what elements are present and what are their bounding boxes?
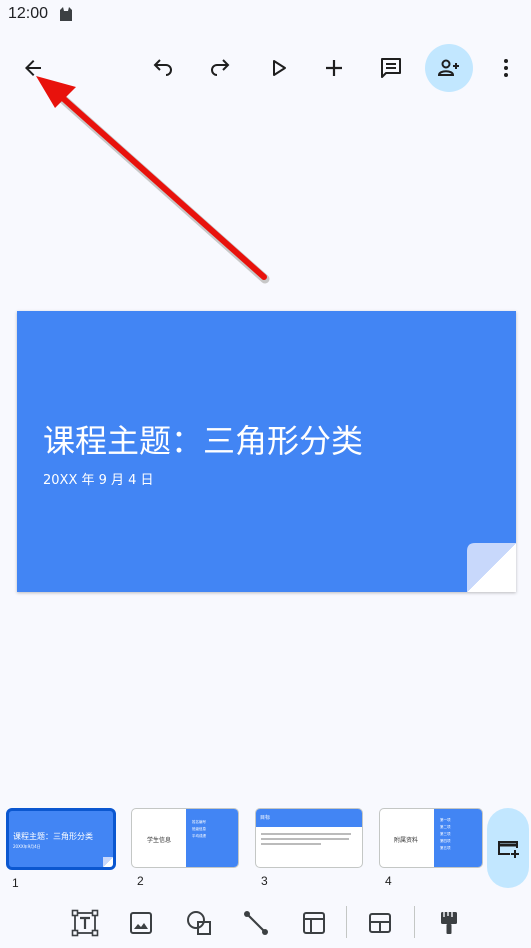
paint-format-icon	[441, 912, 457, 934]
thumb-bullet-panel: 姓名编号 班级信息 平均成绩	[186, 809, 238, 867]
redo-button[interactable]	[196, 44, 244, 92]
thumbnail-preview: 附属资料 第一项 第二项 第三项 第四项 第五项	[379, 808, 483, 868]
thumb-text-line	[261, 838, 349, 840]
top-toolbar	[0, 40, 531, 96]
thumb-bullet: 第一项	[440, 818, 451, 822]
slide-number: 4	[385, 874, 392, 888]
slide-number: 2	[137, 874, 144, 888]
insert-image-button[interactable]	[124, 906, 158, 940]
insert-button[interactable]	[310, 44, 358, 92]
thumb-title: 附属资料	[394, 837, 419, 844]
thumb-header: 目标	[256, 809, 362, 827]
present-button[interactable]	[254, 44, 302, 92]
thumbnail-preview: 学生信息 姓名编号 班级信息 平均成绩	[131, 808, 239, 868]
slide-thumbnail-1[interactable]: 课程主题：三角形分类 20XX年9月4日 1	[6, 808, 116, 890]
slide-title[interactable]: 课程主题：三角形分类	[43, 416, 363, 462]
thumb-bullet: 第二项	[440, 825, 451, 829]
add-person-icon	[437, 59, 459, 76]
thumb-bullet: 姓名编号	[192, 820, 206, 824]
redo-icon	[211, 59, 230, 76]
paint-format-button[interactable]	[432, 906, 466, 940]
add-icon	[326, 60, 342, 76]
insert-table-button[interactable]	[297, 906, 331, 940]
thumb-bullet: 第四项	[440, 839, 451, 843]
insert-text-box-button[interactable]	[68, 906, 102, 940]
slide-number: 1	[12, 876, 19, 890]
image-icon	[130, 912, 152, 934]
text-box-icon	[71, 909, 99, 937]
insert-line-button[interactable]	[239, 906, 273, 940]
layout-icon	[369, 913, 391, 933]
comments-button[interactable]	[367, 44, 415, 92]
slide-filmstrip: 课程主题：三角形分类 20XX年9月4日 1 学生信息 姓名编号 班级信息 平均…	[0, 800, 531, 892]
thumb-text-line	[261, 833, 351, 835]
thumb-bullet: 第五项	[440, 846, 451, 850]
thumb-title: 目标	[260, 815, 271, 821]
slide-number: 3	[261, 874, 268, 888]
table-icon	[303, 912, 325, 934]
add-slide-icon	[498, 841, 519, 858]
line-icon	[244, 911, 268, 935]
share-button[interactable]	[425, 44, 473, 92]
new-slide-button[interactable]	[487, 808, 529, 888]
slide-thumbnail-2[interactable]: 学生信息 姓名编号 班级信息 平均成绩 2	[131, 808, 241, 888]
thumb-bullet: 第三项	[440, 832, 451, 836]
thumb-date: 20XX年9月4日	[13, 844, 41, 849]
thumb-text-line	[261, 843, 321, 845]
undo-icon	[153, 59, 172, 76]
thumbnail-preview: 课程主题：三角形分类 20XX年9月4日	[6, 808, 116, 870]
thumb-title: 课程主题：三角形分类	[13, 832, 93, 841]
toolbar-divider	[346, 906, 347, 938]
play-icon	[273, 60, 286, 76]
insert-shape-button[interactable]	[182, 906, 216, 940]
comment-icon	[381, 58, 401, 78]
undo-button[interactable]	[139, 44, 187, 92]
status-bar: 12:00	[0, 0, 531, 32]
thumb-title: 学生信息	[147, 837, 172, 844]
thumb-bullet: 平均成绩	[192, 834, 206, 838]
more-options-button[interactable]	[482, 44, 530, 92]
layout-button[interactable]	[363, 906, 397, 940]
status-time: 12:00	[8, 5, 49, 22]
back-arrow-icon	[25, 60, 41, 76]
slide-thumbnail-3[interactable]: 目标 3	[255, 808, 365, 888]
more-vert-icon	[504, 59, 508, 77]
back-button[interactable]	[9, 44, 57, 92]
toolbar-divider	[414, 906, 415, 938]
shapes-icon	[187, 911, 211, 935]
slide-thumbnail-4[interactable]: 附属资料 第一项 第二项 第三项 第四项 第五项 4	[379, 808, 489, 888]
thumbnail-preview: 目标	[255, 808, 363, 868]
slide-date[interactable]: 20XX 年 9 月 4 日	[43, 469, 154, 488]
page-curl-decoration	[467, 543, 516, 592]
slide-canvas[interactable]: 课程主题：三角形分类 20XX 年 9 月 4 日	[17, 311, 516, 592]
thumb-bullet: 班级信息	[192, 827, 206, 831]
thumb-bullet-panel: 第一项 第二项 第三项 第四项 第五项	[434, 809, 482, 867]
android-cat-icon	[58, 6, 74, 26]
bottom-toolbar	[0, 900, 531, 946]
